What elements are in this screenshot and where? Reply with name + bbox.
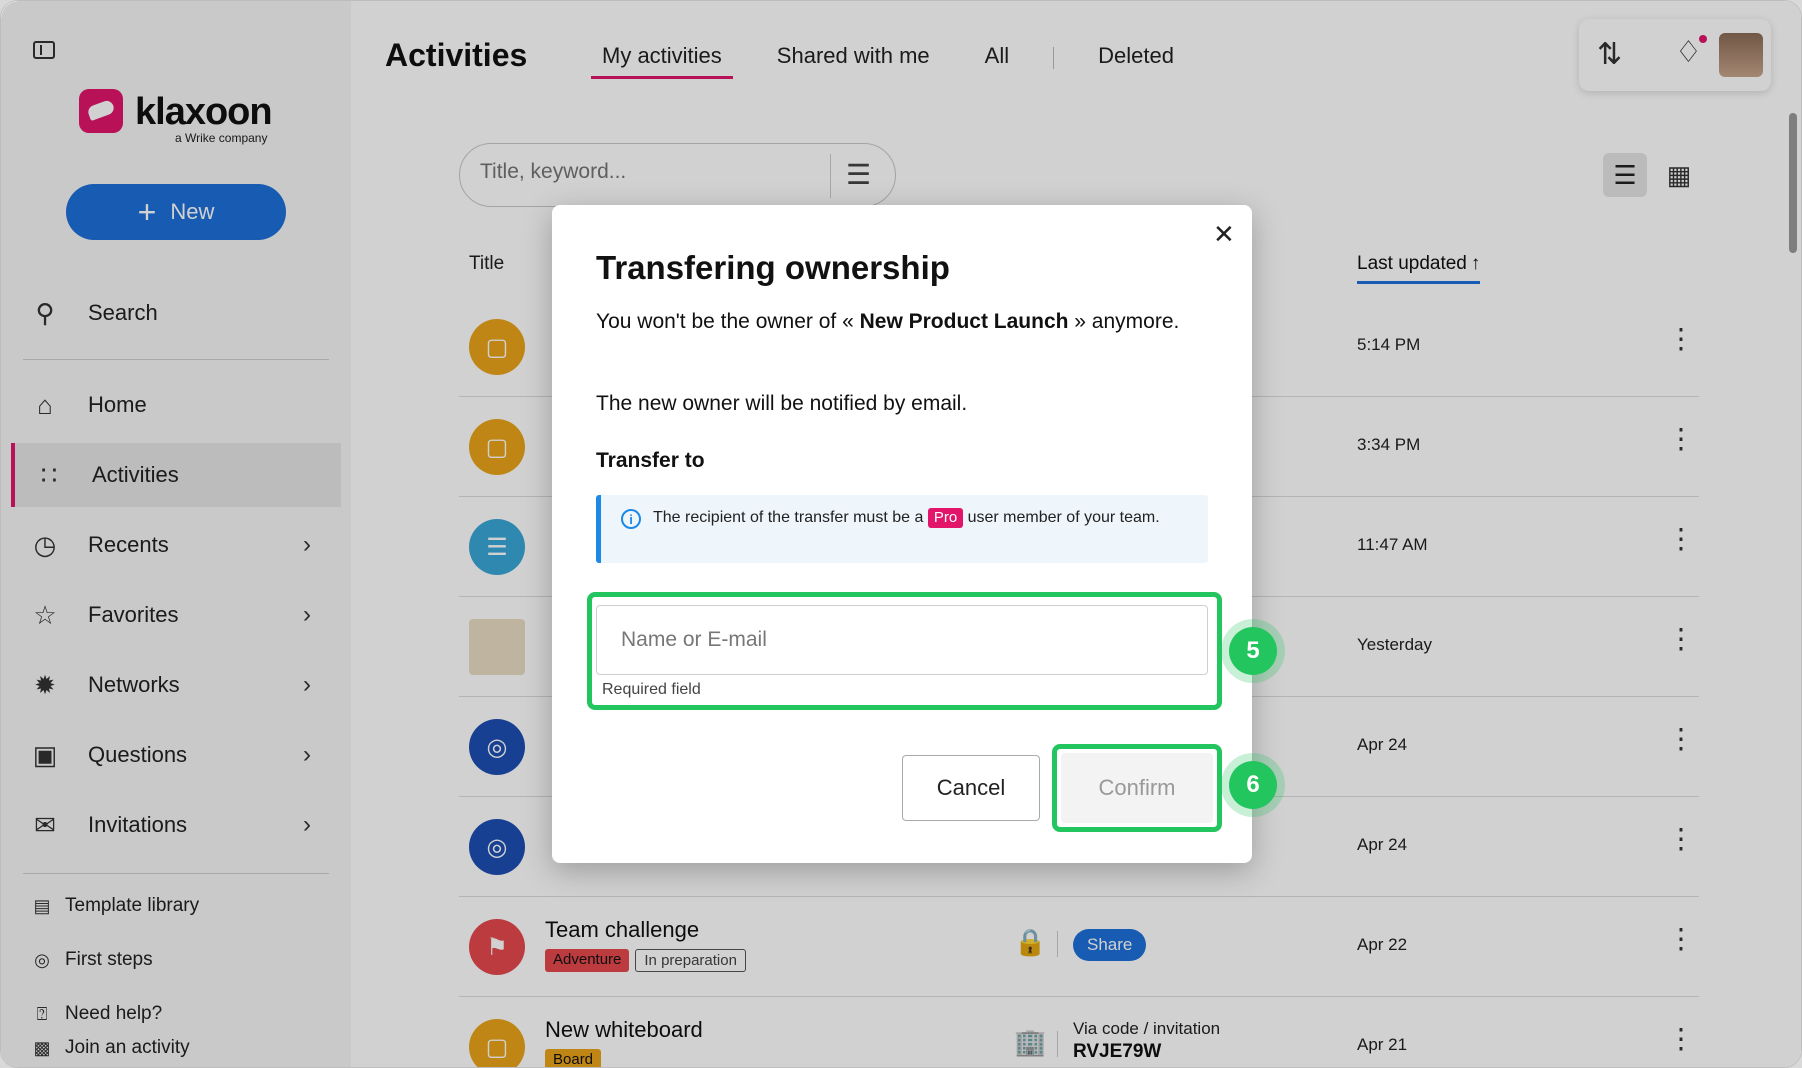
activity-name: New Product Launch (859, 310, 1069, 333)
transfer-ownership-dialog: ✕ Transfering ownership You won't be the… (552, 205, 1252, 863)
info-icon: i (621, 509, 641, 529)
step-badge-5: 5 (1229, 627, 1277, 675)
transfer-to-label: Transfer to (596, 449, 705, 472)
dialog-title: Transfering ownership (596, 249, 950, 286)
cancel-button[interactable]: Cancel (902, 755, 1040, 821)
required-hint: Required field (602, 681, 701, 698)
app-window: klaxoon a Wrike company + New ⚲ Search ⌂… (0, 0, 1802, 1068)
pro-badge: Pro (927, 508, 964, 528)
info-prefix: The recipient of the transfer must be a (653, 509, 924, 526)
step-badge-6: 6 (1229, 761, 1277, 809)
info-text: The recipient of the transfer must be a … (653, 506, 1193, 530)
message-prefix: You won't be the owner of « (596, 310, 860, 333)
recipient-input[interactable] (596, 605, 1208, 675)
close-icon[interactable]: ✕ (1213, 219, 1235, 250)
confirm-button[interactable]: Confirm (1061, 753, 1213, 823)
info-suffix: user member of your team. (967, 509, 1160, 526)
dialog-message: You won't be the owner of « New Product … (596, 309, 1196, 334)
dialog-notice: The new owner will be notified by email. (596, 392, 968, 415)
message-suffix: » anymore. (1068, 310, 1180, 333)
info-banner: i The recipient of the transfer must be … (596, 495, 1208, 563)
